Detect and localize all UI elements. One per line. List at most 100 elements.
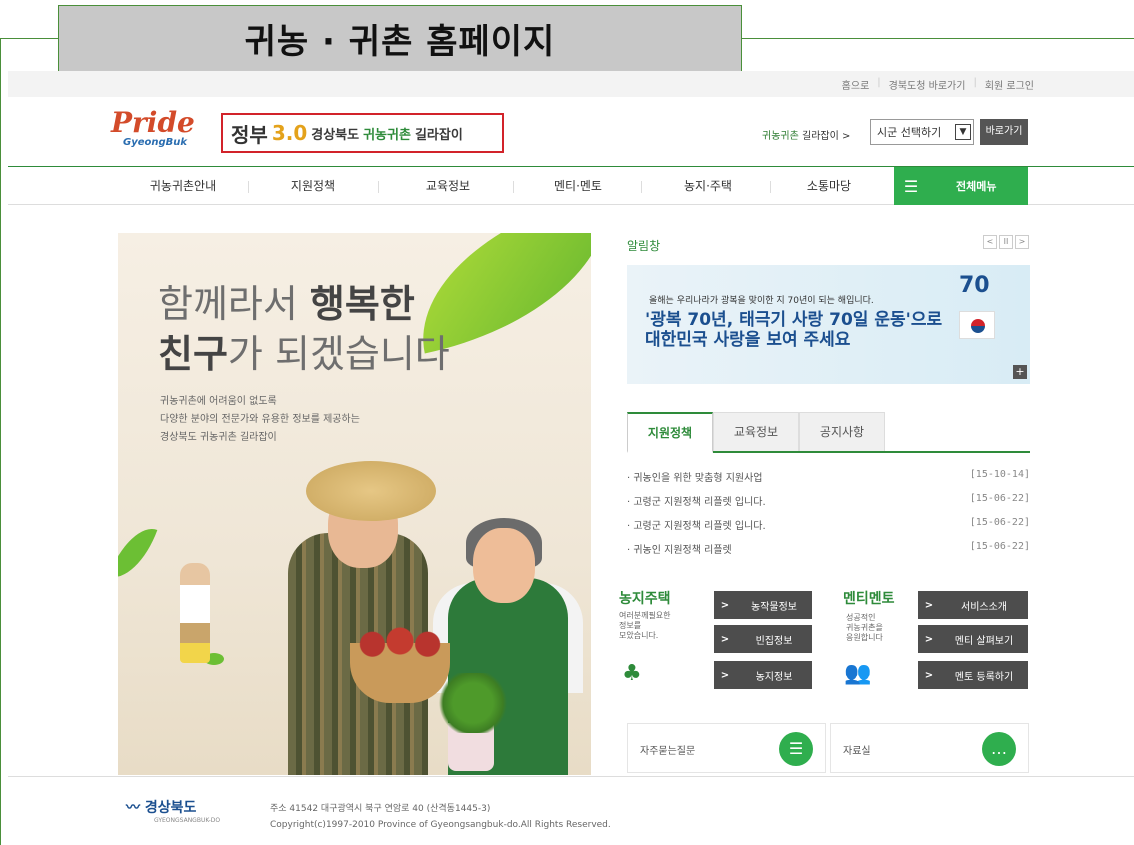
gyeongbuk-footer-logo: 〰 경상북도 GYEONGSANGBUK-DO	[126, 800, 221, 824]
all-menu-label: 전체메뉴	[956, 180, 997, 193]
notice-banner[interactable]: 올해는 우리나라가 광복을 맞이한 지 70년이 되는 해입니다. '광복 70…	[627, 265, 1030, 384]
sign-tree-icon: ♣	[622, 661, 642, 686]
hero-subtext: 귀농귀촌에 어려움이 없도록 다양한 분야의 전문가와 유용한 정보를 제공하는…	[160, 396, 360, 443]
anniversary-70-emblem: 70	[959, 273, 990, 298]
top-links: 홈으로 | 경북도청 바로가기 | 회원 로그인	[842, 77, 1034, 92]
city-select[interactable]: 시군 선택하기 ▼	[870, 119, 974, 145]
chevron-right-icon: >	[720, 599, 730, 611]
nav-separator	[513, 181, 514, 193]
faq-label: 자주묻는질문	[640, 746, 696, 757]
nav-separator	[770, 181, 771, 193]
archive-label: 자료실	[843, 746, 871, 757]
pride-gyeongbuk-logo[interactable]: Pride GyeongBuk	[111, 109, 211, 153]
faq-box[interactable]: 자주묻는질문 ☰	[627, 723, 826, 773]
nav-item-education[interactable]: 교육정보	[388, 167, 508, 205]
crop-info-button[interactable]: > 농작물정보	[714, 591, 812, 619]
mentee-browse-button[interactable]: > 멘티 살펴보기	[918, 625, 1028, 653]
footer-copyright: Copyright(c)1997-2010 Province of Gyeong…	[270, 820, 611, 830]
wave-icon: 〰	[126, 800, 140, 816]
board-tabs: 지원정책 교육정보 공지사항	[627, 412, 1030, 453]
chat-icon: …	[982, 732, 1016, 766]
chevron-right-icon: >	[924, 669, 934, 681]
site-title-rest: 길라잡이	[414, 127, 463, 143]
leaf-decoration	[118, 519, 158, 587]
chevron-right-icon: >	[720, 669, 730, 681]
quick-label-green: 귀농귀촌	[762, 131, 799, 142]
child-figure	[180, 563, 210, 663]
logo-main: Pride	[111, 106, 195, 139]
nav-item-community[interactable]: 소통마당	[774, 167, 884, 205]
tab-education[interactable]: 교육정보	[713, 412, 799, 451]
next-icon[interactable]: >	[1015, 235, 1029, 249]
korean-flag-icon	[959, 311, 995, 339]
hamburger-icon: ☰	[903, 176, 919, 196]
news-title: · 귀농인을 위한 맞춤형 지원사업	[627, 473, 763, 484]
logo-sub: GyeongBuk	[123, 137, 188, 148]
list-item[interactable]: · 귀농인 지원정책 리플렛 [15-06-22]	[627, 541, 1030, 565]
news-date: [15-06-22]	[969, 493, 1030, 504]
separator: |	[877, 77, 881, 88]
nav-item-policy[interactable]: 지원정책	[258, 167, 368, 205]
news-date: [15-06-22]	[969, 541, 1030, 552]
tab-notice[interactable]: 공지사항	[799, 412, 885, 451]
archive-box[interactable]: 자료실 …	[830, 723, 1029, 773]
province-link[interactable]: 경북도청 바로가기	[889, 77, 966, 92]
main-nav: 귀농귀촌안내 지원정책 교육정보 멘티·멘토 농지·주택 소통마당 ☰ 전체메뉴	[8, 166, 1134, 205]
list-item[interactable]: · 귀농인을 위한 맞춤형 지원사업 [15-10-14]	[627, 469, 1030, 493]
home-link[interactable]: 홈으로	[842, 77, 870, 92]
people-icon: 👥	[844, 661, 872, 686]
top-utility-bar: 홈으로 | 경북도청 바로가기 | 회원 로그인	[8, 71, 1134, 97]
news-list: · 귀농인을 위한 맞춤형 지원사업 [15-10-14] · 고령군 지원정책…	[627, 469, 1030, 565]
site-title-banner[interactable]: 정부 3.0 경상북도 귀농귀촌 길라잡이	[221, 113, 504, 153]
tab-policy[interactable]: 지원정책	[627, 412, 713, 453]
straw-hat	[306, 461, 436, 521]
farmer-woman-face	[473, 528, 535, 603]
nav-item-housing[interactable]: 농지·주택	[648, 167, 768, 205]
farm-section-sub: 여러분께필요한 정보를 모았습니다.	[619, 611, 671, 640]
farmland-info-button[interactable]: > 농지정보	[714, 661, 812, 689]
mentor-register-button[interactable]: > 멘토 등록하기	[918, 661, 1028, 689]
notice-title: 알림창	[627, 239, 661, 253]
region-label: 경상북도	[311, 127, 360, 143]
pause-icon[interactable]: II	[999, 235, 1013, 249]
go-button[interactable]: 바로가기	[980, 119, 1028, 145]
footer-address: 주소 41542 대구광역시 북구 연암로 40 (산격동1445-3)	[270, 804, 491, 814]
hero-visual: 함께라서 행복한 친구가 되겠습니다 귀농귀촌에 어려움이 없도록 다양한 분야…	[118, 233, 591, 775]
list-item[interactable]: · 고령군 지원정책 리플렛 입니다. [15-06-22]	[627, 517, 1030, 541]
farm-section-title: 농지주택	[619, 591, 671, 607]
apples	[354, 625, 446, 657]
login-link[interactable]: 회원 로그인	[985, 77, 1034, 92]
footer: 〰 경상북도 GYEONGSANGBUK-DO 주소 41542 대구광역시 북…	[8, 776, 1134, 845]
site-title-green: 귀농귀촌	[363, 127, 411, 143]
quick-nav-label: 귀농귀촌 길라잡이 >	[762, 127, 850, 142]
list-icon: ☰	[779, 732, 813, 766]
mentor-section-title: 멘티멘토	[843, 591, 895, 607]
all-menu-button[interactable]: ☰ 전체메뉴	[894, 167, 1028, 205]
mentor-section-sub: 성공적인 귀농귀촌을 응원합니다	[846, 613, 883, 642]
plus-icon[interactable]: +	[1013, 365, 1027, 379]
service-intro-button[interactable]: > 서비스소개	[918, 591, 1028, 619]
quick-label-rest: 길라잡이 >	[802, 131, 851, 142]
chevron-down-icon[interactable]: ▼	[955, 124, 971, 140]
slide-title: 귀농 · 귀촌 홈페이지	[244, 22, 556, 62]
footer-info: 주소 41542 대구광역시 북구 연암로 40 (산격동1445-3) Cop…	[270, 801, 611, 833]
gov-number: 3.0	[271, 121, 308, 145]
nav-item-guide[interactable]: 귀농귀촌안내	[128, 167, 238, 205]
news-title: · 귀농인 지원정책 리플렛	[627, 545, 732, 556]
vacant-house-button[interactable]: > 빈집정보	[714, 625, 812, 653]
nav-separator	[641, 181, 642, 193]
nav-item-mentor[interactable]: 멘티·멘토	[518, 167, 638, 205]
news-date: [15-10-14]	[969, 469, 1030, 480]
notice-pager: < II >	[983, 235, 1029, 249]
potted-plant	[438, 673, 508, 733]
nav-separator	[248, 181, 249, 193]
hero-headline-1: 함께라서 행복한	[158, 282, 415, 326]
chevron-right-icon: >	[720, 633, 730, 645]
prev-icon[interactable]: <	[983, 235, 997, 249]
list-item[interactable]: · 고령군 지원정책 리플렛 입니다. [15-06-22]	[627, 493, 1030, 517]
chevron-right-icon: >	[924, 599, 934, 611]
city-select-value: 시군 선택하기	[877, 126, 942, 139]
separator: |	[973, 77, 977, 88]
banner-headline: '광복 70년, 태극기 사랑 70일 운동'으로 대한민국 사랑을 보여 주세…	[645, 310, 943, 350]
website-screen: 홈으로 | 경북도청 바로가기 | 회원 로그인 Pride GyeongBuk…	[8, 71, 1134, 845]
